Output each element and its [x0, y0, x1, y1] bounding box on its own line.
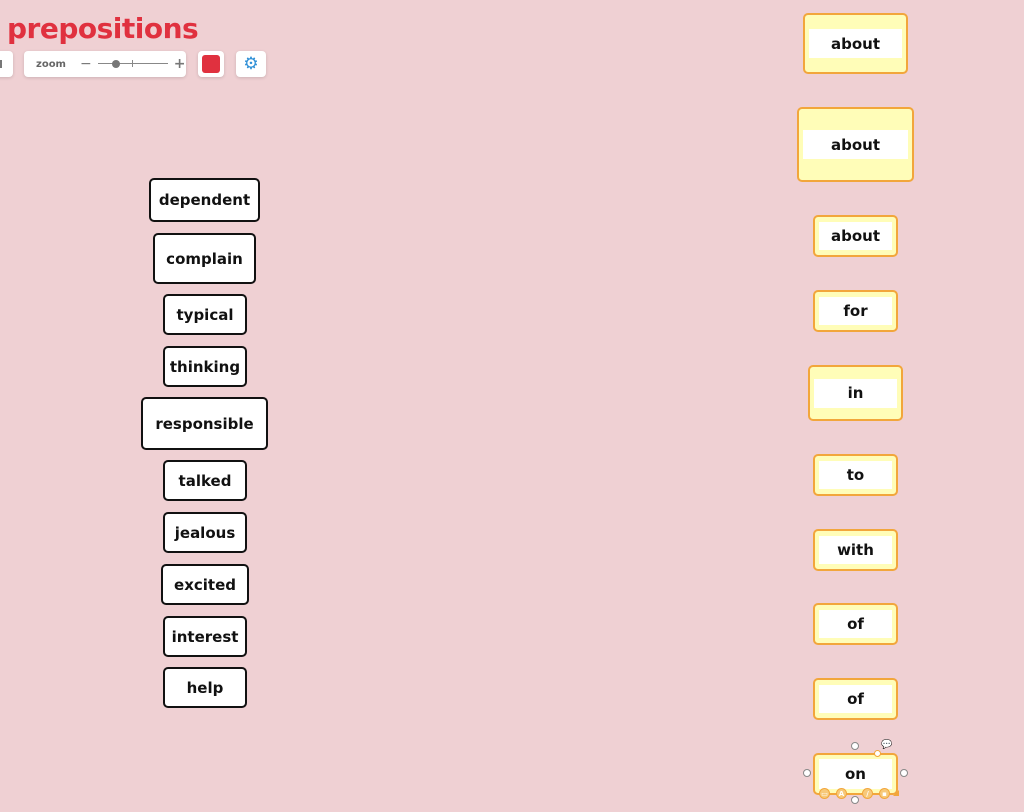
preposition-label: about [809, 29, 902, 58]
comment-icon[interactable]: 💬 [881, 740, 892, 750]
preposition-card[interactable]: in [808, 365, 903, 421]
zoom-slider-track [97, 63, 168, 64]
color-picker-button[interactable] [198, 51, 224, 77]
word-card[interactable]: excited [161, 564, 249, 605]
preposition-label: about [803, 130, 908, 159]
preposition-label: with [819, 536, 892, 564]
word-card[interactable]: typical [163, 294, 247, 335]
resize-handle-right[interactable] [900, 769, 908, 777]
pen-icon[interactable]: / [862, 788, 873, 799]
preposition-label: of [819, 610, 892, 638]
toolbar-mark-icon [0, 60, 2, 68]
page-title: prepositions [7, 12, 199, 45]
zoom-slider-tick [131, 60, 133, 67]
word-card[interactable]: jealous [163, 512, 247, 553]
word-card[interactable]: help [163, 667, 247, 708]
image-icon[interactable]: ▪ [879, 788, 890, 799]
word-card[interactable]: talked [163, 460, 247, 501]
preposition-card[interactable]: of [813, 678, 898, 720]
zoom-in-button[interactable]: + [174, 57, 186, 71]
resize-corner-icon[interactable] [893, 790, 899, 796]
resize-handle-bottom[interactable] [851, 796, 859, 804]
connector-dot[interactable] [874, 750, 881, 757]
frame-icon[interactable]: ▭ [819, 788, 830, 799]
color-swatch [202, 55, 220, 73]
preposition-card[interactable]: about [797, 107, 914, 182]
toolbar-left-button[interactable] [0, 51, 13, 77]
zoom-slider[interactable] [97, 59, 168, 69]
preposition-card[interactable]: about [813, 215, 898, 257]
zoom-label: zoom [36, 58, 66, 70]
preposition-card[interactable]: to [813, 454, 898, 496]
preposition-card[interactable]: about [803, 13, 908, 74]
preposition-label: on [819, 759, 892, 789]
text-style-icon[interactable]: A [836, 788, 847, 799]
zoom-slider-knob[interactable] [111, 60, 120, 68]
preposition-card[interactable]: for [813, 290, 898, 332]
preposition-label: in [814, 378, 897, 408]
gear-icon: ⚙ [243, 53, 259, 74]
word-card[interactable]: interest [163, 616, 247, 657]
zoom-out-button[interactable]: − [80, 57, 92, 71]
resize-handle-left[interactable] [803, 769, 811, 777]
preposition-label: about [819, 222, 892, 250]
preposition-card[interactable]: of [813, 603, 898, 645]
zoom-control: zoom − + [24, 51, 186, 77]
rotate-handle-top[interactable] [851, 742, 859, 750]
word-card[interactable]: thinking [163, 346, 247, 387]
word-card[interactable]: responsible [141, 397, 268, 450]
preposition-label: for [819, 297, 892, 325]
preposition-label: to [819, 461, 892, 489]
preposition-card[interactable]: with [813, 529, 898, 571]
word-card[interactable]: complain [153, 233, 256, 284]
settings-button[interactable]: ⚙ [236, 51, 266, 77]
word-card[interactable]: dependent [149, 178, 260, 222]
preposition-label: of [819, 685, 892, 713]
